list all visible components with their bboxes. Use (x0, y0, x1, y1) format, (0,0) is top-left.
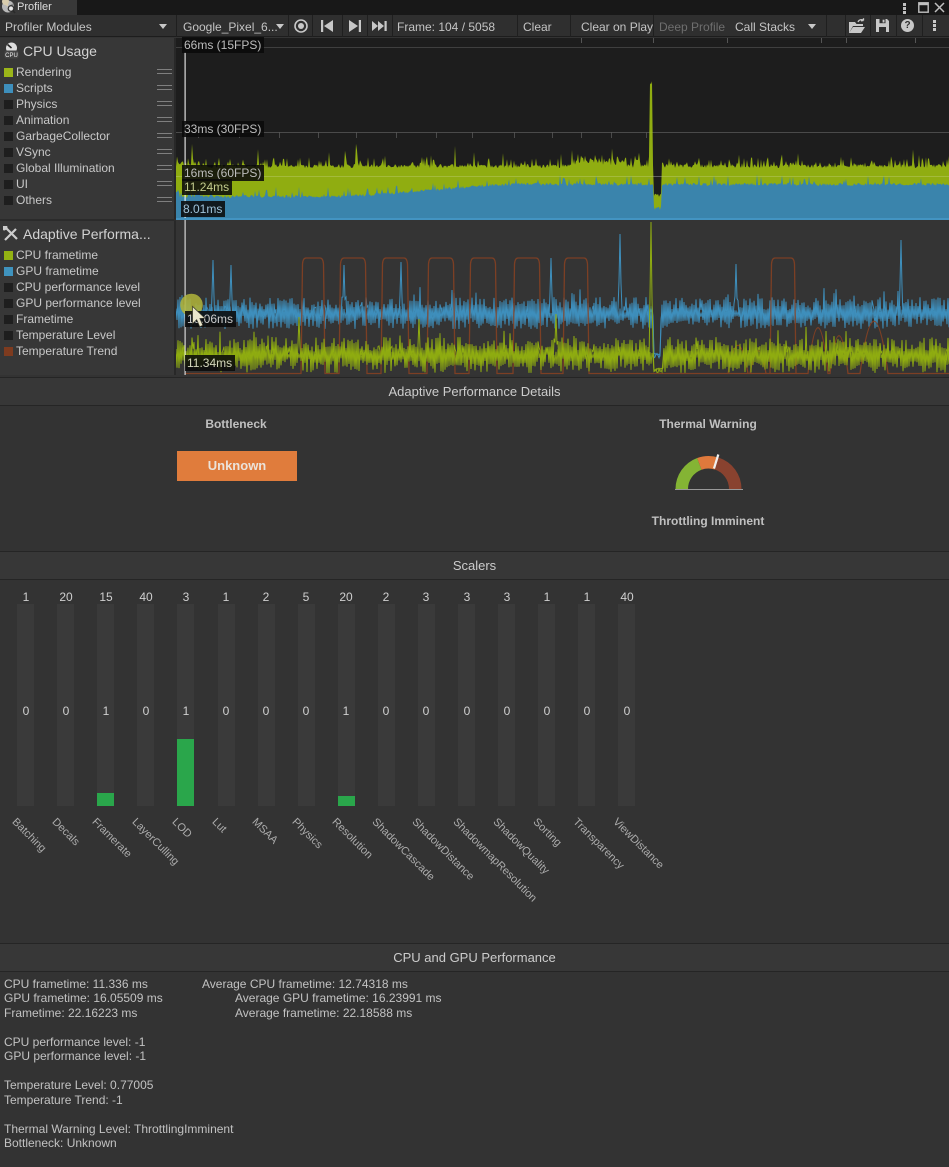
svg-text:CPU: CPU (5, 53, 18, 59)
